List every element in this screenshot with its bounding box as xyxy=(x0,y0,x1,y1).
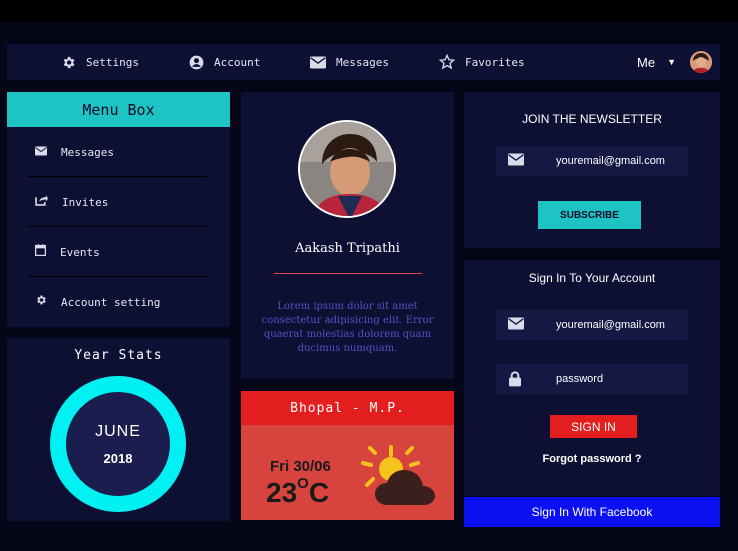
newsletter-email-field[interactable]: youremail@gmail.com xyxy=(496,146,688,176)
menu-item-label: Messages xyxy=(61,145,114,159)
year-stats-card: Year Stats JUNE 2018 xyxy=(7,338,230,521)
profile-bio: Lorem ipsum dolor sit amet consectetur a… xyxy=(261,301,434,354)
nav-account[interactable]: Account xyxy=(188,44,260,80)
weather-card: Bhopal - M.P. Fri 30/06 23OC xyxy=(241,391,454,520)
envelope-icon xyxy=(508,317,524,333)
profile-photo xyxy=(298,120,396,218)
top-nav: Settings Account Messages Favorites Me ▼ xyxy=(7,44,720,80)
password-value: password xyxy=(556,373,604,385)
share-icon xyxy=(35,193,48,211)
menu-item-invites[interactable]: Invites xyxy=(27,177,207,227)
year-stats-title: Year Stats xyxy=(74,348,163,363)
weather-location: Bhopal - M.P. xyxy=(241,391,454,425)
profile-name: Aakash Tripathi xyxy=(295,241,400,256)
stats-year: 2018 xyxy=(103,450,133,466)
caret-down-icon: ▼ xyxy=(667,57,676,67)
nav-account-label: Account xyxy=(214,55,261,69)
menu-item-messages[interactable]: Messages xyxy=(27,127,207,177)
signin-title: Sign In To Your Account xyxy=(528,271,656,285)
envelope-icon xyxy=(310,54,326,70)
signin-email-value: youremail@gmail.com xyxy=(556,319,665,331)
menu-item-label: Account setting xyxy=(61,295,161,309)
top-strip xyxy=(0,0,738,22)
menu-item-label: Invites xyxy=(62,195,109,209)
temperature-value: 23 xyxy=(266,477,298,508)
calendar-icon xyxy=(34,243,47,261)
signin-card: Sign In To Your Account youremail@gmail.… xyxy=(464,260,720,496)
nav-settings[interactable]: Settings xyxy=(60,44,139,80)
facebook-signin-button[interactable]: Sign In With Facebook xyxy=(464,497,720,527)
signin-button[interactable]: SIGN IN xyxy=(550,415,637,438)
stats-month: JUNE xyxy=(95,422,141,440)
forgot-password-link[interactable]: Forgot password ? xyxy=(464,453,720,465)
profile-card: Aakash Tripathi Lorem ipsum dolor sit am… xyxy=(241,92,454,379)
menu-box: Menu Box Messages Invites Events Account… xyxy=(7,92,230,327)
gear-icon xyxy=(35,293,47,311)
menu-box-title: Menu Box xyxy=(7,92,230,127)
nav-messages-label: Messages xyxy=(336,55,389,69)
menu-item-events[interactable]: Events xyxy=(27,227,207,277)
avatar[interactable] xyxy=(690,51,712,73)
temperature-unit: C xyxy=(308,477,330,508)
menu-item-account-setting[interactable]: Account setting xyxy=(27,277,207,327)
year-ring: JUNE 2018 xyxy=(50,376,186,512)
weather-date: Fri 30/06 xyxy=(270,458,331,475)
weather-temperature: 23OC xyxy=(266,475,329,509)
newsletter-email-value: youremail@gmail.com xyxy=(556,155,665,167)
divider xyxy=(274,273,422,274)
star-icon xyxy=(439,54,455,70)
newsletter-card: JOIN THE NEWSLETTER youremail@gmail.com … xyxy=(464,92,720,248)
newsletter-title: JOIN THE NEWSLETTER xyxy=(522,112,662,126)
signin-email-field[interactable]: youremail@gmail.com xyxy=(496,310,688,340)
nav-favorites[interactable]: Favorites xyxy=(439,44,525,80)
degree-symbol: O xyxy=(297,475,309,492)
partly-cloudy-icon xyxy=(361,443,443,509)
user-menu[interactable]: Me ▼ xyxy=(637,44,676,80)
lock-icon xyxy=(508,371,524,387)
user-menu-label: Me xyxy=(637,54,656,70)
nav-settings-label: Settings xyxy=(86,55,139,69)
envelope-icon xyxy=(35,143,47,161)
nav-messages[interactable]: Messages xyxy=(310,44,389,80)
envelope-icon xyxy=(508,153,524,169)
password-field[interactable]: password xyxy=(496,364,688,394)
user-circle-icon xyxy=(188,54,204,70)
nav-favorites-label: Favorites xyxy=(465,55,525,69)
menu-item-label: Events xyxy=(60,245,100,259)
gear-icon xyxy=(60,54,76,70)
subscribe-button[interactable]: SUBSCRIBE xyxy=(538,201,641,229)
